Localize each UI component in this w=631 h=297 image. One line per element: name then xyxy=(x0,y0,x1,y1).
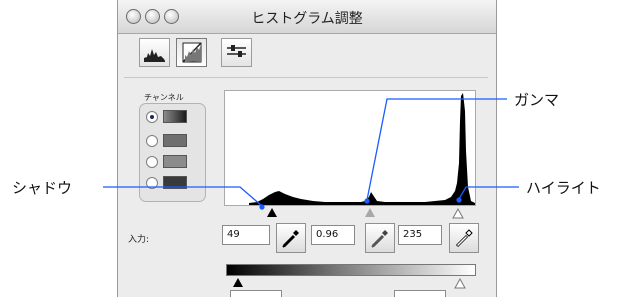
gamma-callout-line xyxy=(366,98,507,201)
shadow-callout-label: シャドウ xyxy=(12,179,73,197)
shadow-callout-dot xyxy=(259,204,265,210)
highlight-callout-label: ハイライト xyxy=(526,179,601,197)
highlight-callout-line xyxy=(458,186,519,200)
gamma-callout-label: ガンマ xyxy=(514,91,560,109)
shadow-callout-line xyxy=(103,186,263,207)
gamma-callout-dot xyxy=(364,198,370,204)
highlight-callout-dot xyxy=(456,197,462,203)
callout-lines xyxy=(103,98,519,210)
